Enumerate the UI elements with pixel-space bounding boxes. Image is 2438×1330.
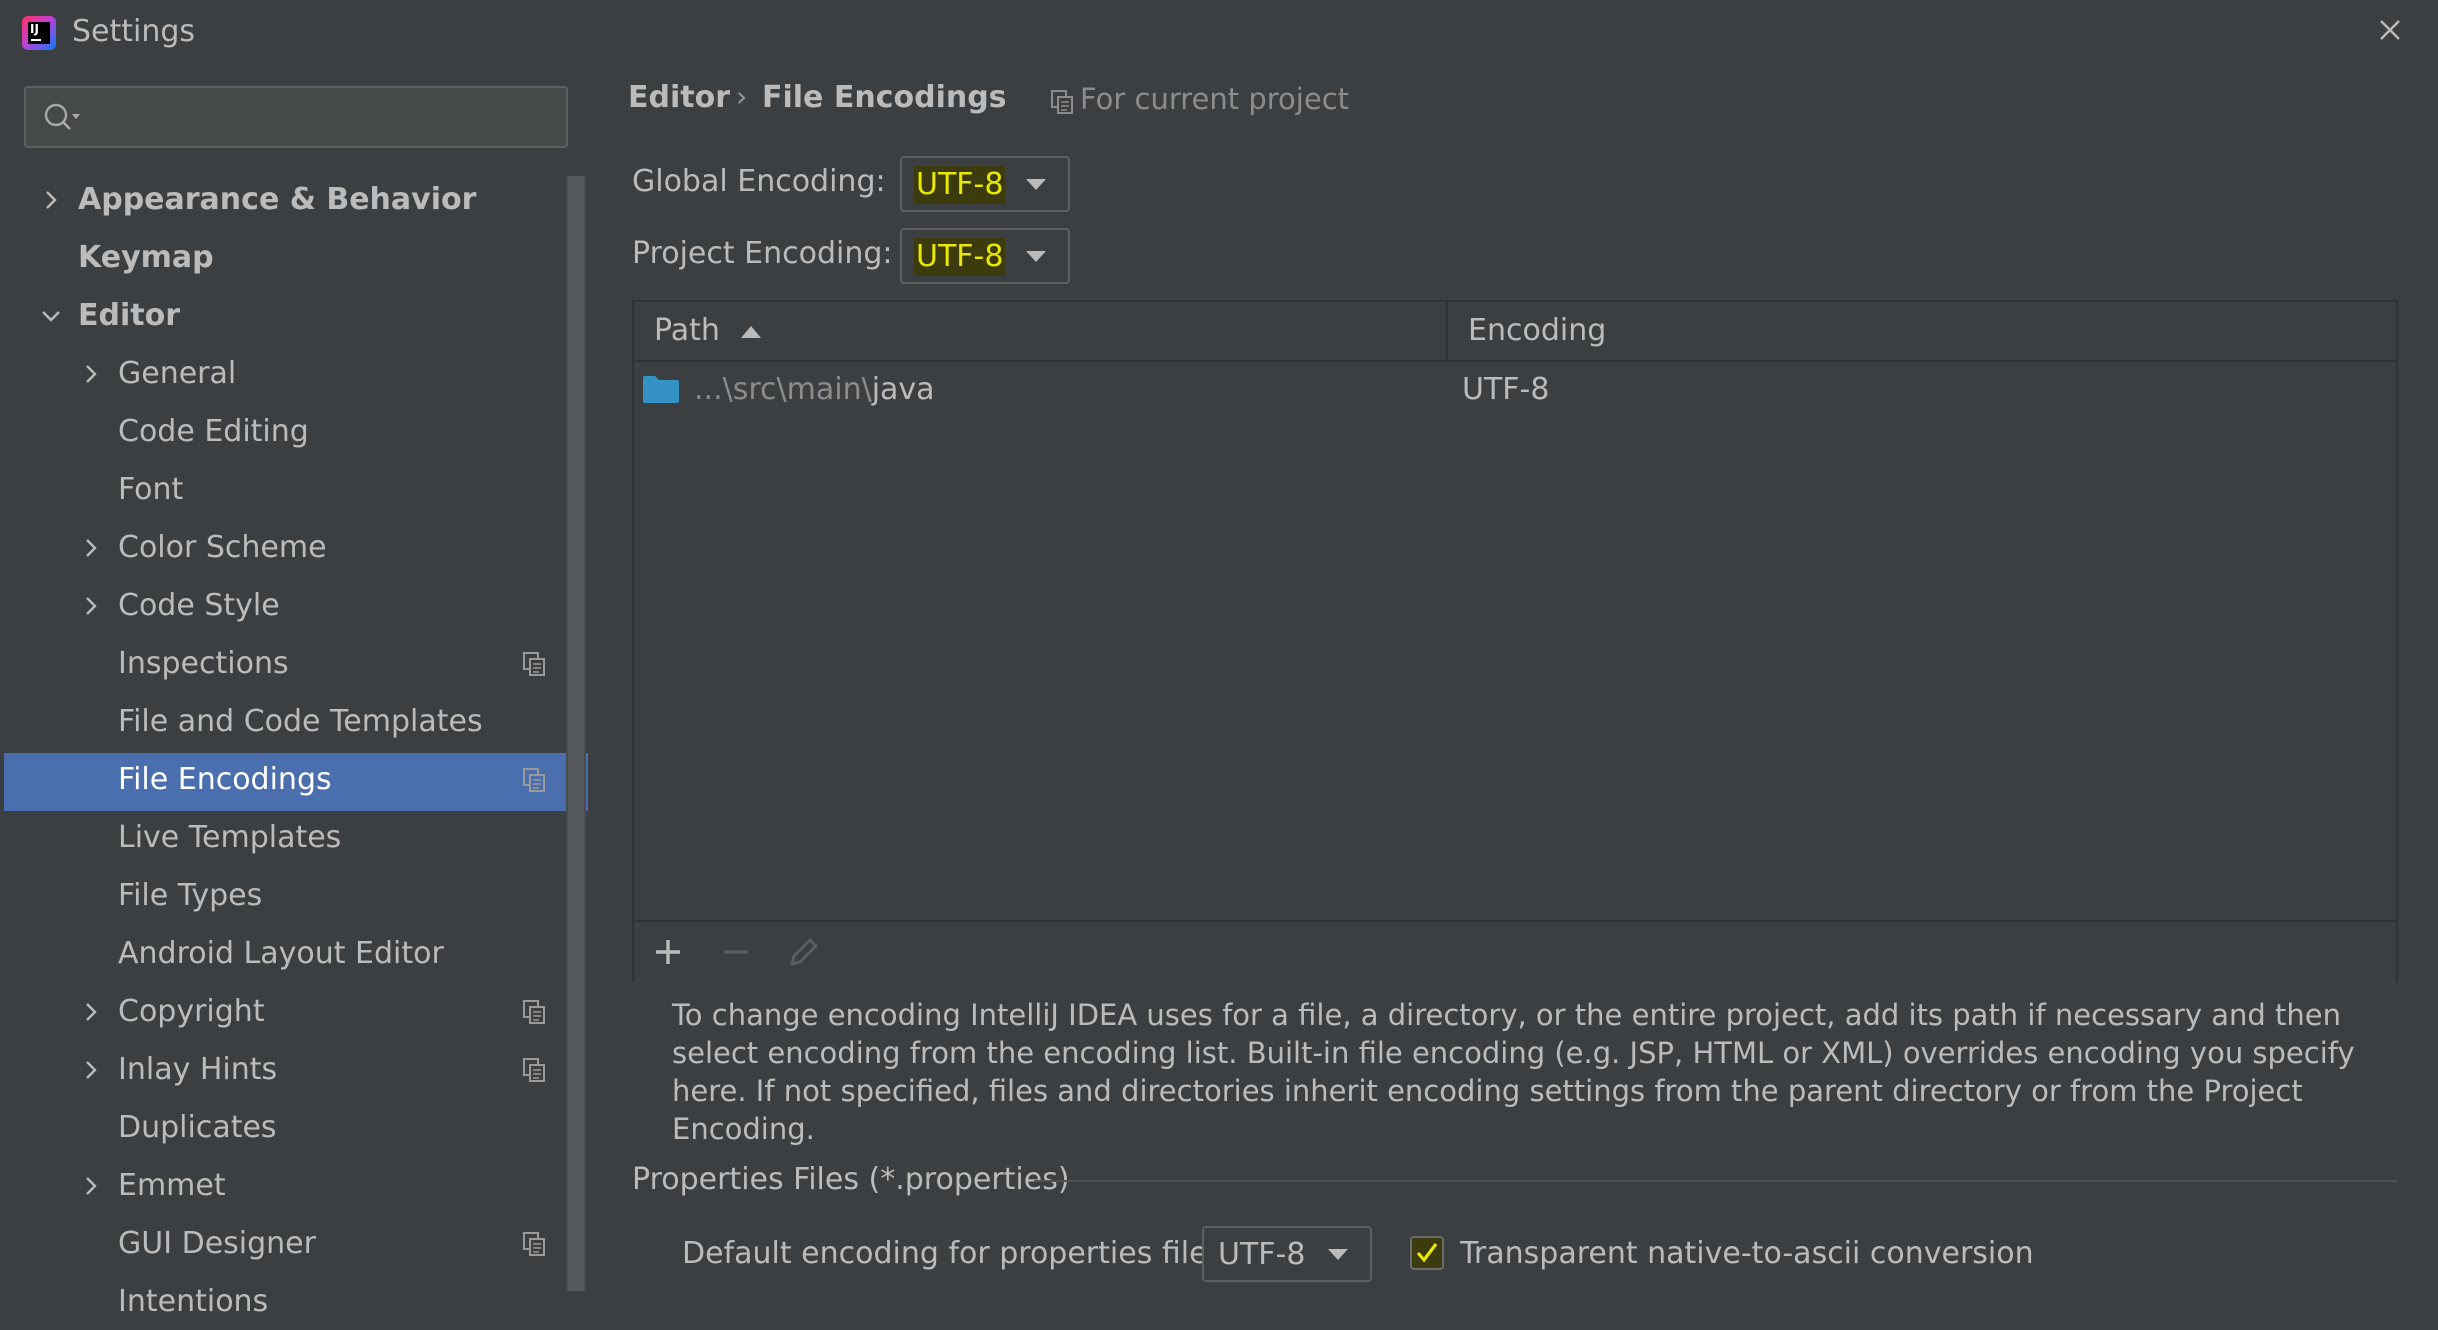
sidebar-item-inspections[interactable]: Inspections bbox=[0, 636, 566, 692]
sidebar-item-inlay-hints[interactable]: Inlay Hints bbox=[0, 1042, 566, 1098]
chevron-right-icon[interactable] bbox=[80, 537, 102, 559]
chevron-right-icon[interactable] bbox=[40, 189, 62, 211]
checkmark-icon bbox=[1416, 1243, 1438, 1263]
properties-section-title: Properties Files (*.properties) bbox=[632, 1162, 1070, 1197]
pencil-icon[interactable] bbox=[782, 930, 826, 974]
sidebar-item-duplicates[interactable]: Duplicates bbox=[0, 1100, 566, 1156]
sidebar-item-label: Duplicates bbox=[118, 1110, 277, 1145]
sidebar-scrollbar-thumb[interactable] bbox=[568, 176, 584, 1291]
chevron-right-icon[interactable] bbox=[80, 1059, 102, 1081]
chevron-down-icon bbox=[1026, 179, 1046, 190]
copy-icon bbox=[523, 652, 545, 676]
sidebar-item-appearance-behavior[interactable]: Appearance & Behavior bbox=[0, 172, 566, 228]
column-header-path[interactable]: Path bbox=[654, 302, 763, 360]
minus-icon[interactable] bbox=[714, 930, 758, 974]
global-encoding-select[interactable]: UTF-8 bbox=[900, 156, 1070, 212]
help-text: To change encoding IntelliJ IDEA uses fo… bbox=[672, 998, 2355, 1146]
breadcrumb-separator: › bbox=[736, 80, 748, 113]
column-divider[interactable] bbox=[1446, 302, 1448, 360]
copy-icon bbox=[523, 1058, 545, 1082]
project-encoding-value: UTF-8 bbox=[914, 238, 1006, 276]
transparent-conversion-label[interactable]: Transparent native-to-ascii conversion bbox=[1460, 1236, 2034, 1271]
sidebar-item-label: File and Code Templates bbox=[118, 704, 483, 739]
sidebar-item-label: General bbox=[118, 356, 237, 391]
sidebar-item-label: GUI Designer bbox=[118, 1226, 316, 1261]
encoding-cell[interactable]: UTF-8 bbox=[1462, 362, 1549, 418]
sidebar-item-keymap[interactable]: Keymap bbox=[0, 230, 566, 286]
window-title: Settings bbox=[72, 14, 196, 49]
sidebar-item-label: Font bbox=[118, 472, 184, 507]
section-divider bbox=[1034, 1180, 2398, 1182]
transparent-conversion-checkbox[interactable] bbox=[1410, 1236, 1444, 1270]
sidebar-item-label: Code Style bbox=[118, 588, 280, 623]
path-prefix: ...\src\main\ bbox=[694, 372, 872, 407]
table-header: Path Encoding bbox=[634, 302, 2396, 362]
sidebar-item-font[interactable]: Font bbox=[0, 462, 566, 518]
sidebar-item-label: Emmet bbox=[118, 1168, 226, 1203]
chevron-right-icon[interactable] bbox=[80, 595, 102, 617]
table-row[interactable]: ...\src\main\java UTF-8 bbox=[634, 362, 2396, 418]
properties-encoding-value: UTF-8 bbox=[1218, 1237, 1306, 1272]
path-name: java bbox=[871, 372, 935, 407]
close-icon[interactable] bbox=[2370, 10, 2410, 50]
page-title: File Encodings bbox=[762, 80, 1007, 115]
copy-icon bbox=[523, 768, 545, 792]
sidebar-item-label: Code Editing bbox=[118, 414, 309, 449]
sidebar-item-label: File Types bbox=[118, 878, 263, 913]
breadcrumb-parent[interactable]: Editor bbox=[628, 80, 730, 115]
sidebar-item-general[interactable]: General bbox=[0, 346, 566, 402]
sidebar-item-label: File Encodings bbox=[118, 762, 332, 797]
properties-encoding-label: Default encoding for properties files: bbox=[682, 1236, 1234, 1271]
sidebar-item-label: Live Templates bbox=[118, 820, 342, 855]
sidebar-item-color-scheme[interactable]: Color Scheme bbox=[0, 520, 566, 576]
sidebar-item-file-types[interactable]: File Types bbox=[0, 868, 566, 924]
chevron-down-icon bbox=[1328, 1249, 1348, 1260]
sidebar-item-code-editing[interactable]: Code Editing bbox=[0, 404, 566, 460]
copy-icon bbox=[523, 1232, 545, 1256]
properties-encoding-select[interactable]: UTF-8 bbox=[1202, 1226, 1372, 1282]
settings-search-input[interactable] bbox=[24, 86, 568, 148]
scope-label: For current project bbox=[1080, 82, 1350, 116]
sidebar-item-label: Editor bbox=[78, 298, 180, 333]
sidebar-item-file-encodings[interactable]: File Encodings bbox=[0, 752, 566, 808]
global-encoding-label: Global Encoding: bbox=[632, 164, 886, 199]
project-encoding-select[interactable]: UTF-8 bbox=[900, 228, 1070, 284]
path-cell: ...\src\main\java bbox=[694, 362, 935, 418]
sidebar-item-label: Color Scheme bbox=[118, 530, 327, 565]
sidebar-item-android-layout-editor[interactable]: Android Layout Editor bbox=[0, 926, 566, 982]
intellij-logo-icon: IJ bbox=[22, 16, 56, 50]
folder-icon bbox=[642, 374, 680, 412]
copy-icon bbox=[523, 1000, 545, 1024]
search-icon bbox=[42, 101, 88, 143]
title-bar bbox=[0, 0, 2438, 64]
sidebar-item-copyright[interactable]: Copyright bbox=[0, 984, 566, 1040]
sidebar-item-gui-designer[interactable]: GUI Designer bbox=[0, 1216, 566, 1272]
copy-icon bbox=[1050, 88, 1074, 123]
project-encoding-label: Project Encoding: bbox=[632, 236, 893, 271]
chevron-down-icon[interactable] bbox=[40, 305, 62, 327]
sidebar-item-label: Keymap bbox=[78, 240, 214, 275]
sidebar-item-editor[interactable]: Editor bbox=[0, 288, 566, 344]
chevron-right-icon[interactable] bbox=[80, 363, 102, 385]
global-encoding-value: UTF-8 bbox=[914, 166, 1006, 204]
sidebar-item-live-templates[interactable]: Live Templates bbox=[0, 810, 566, 866]
chevron-right-icon[interactable] bbox=[80, 1001, 102, 1023]
sidebar-item-label: Intentions bbox=[118, 1284, 269, 1319]
table-toolbar bbox=[634, 920, 2396, 982]
sidebar-item-label: Inspections bbox=[118, 646, 289, 681]
sidebar-item-label: Copyright bbox=[118, 994, 265, 1029]
sidebar-item-code-style[interactable]: Code Style bbox=[0, 578, 566, 634]
sidebar-item-intentions[interactable]: Intentions bbox=[0, 1274, 566, 1330]
chevron-down-icon bbox=[1026, 251, 1046, 262]
sidebar-item-file-and-code-templates[interactable]: File and Code Templates bbox=[0, 694, 566, 750]
sidebar-item-label: Appearance & Behavior bbox=[78, 182, 477, 217]
column-header-encoding[interactable]: Encoding bbox=[1468, 302, 1606, 360]
sidebar-item-emmet[interactable]: Emmet bbox=[0, 1158, 566, 1214]
chevron-right-icon[interactable] bbox=[80, 1175, 102, 1197]
sidebar-item-label: Android Layout Editor bbox=[118, 936, 444, 971]
sort-ascending-icon bbox=[741, 325, 762, 338]
sidebar-item-label: Inlay Hints bbox=[118, 1052, 278, 1087]
plus-icon[interactable] bbox=[646, 930, 690, 974]
